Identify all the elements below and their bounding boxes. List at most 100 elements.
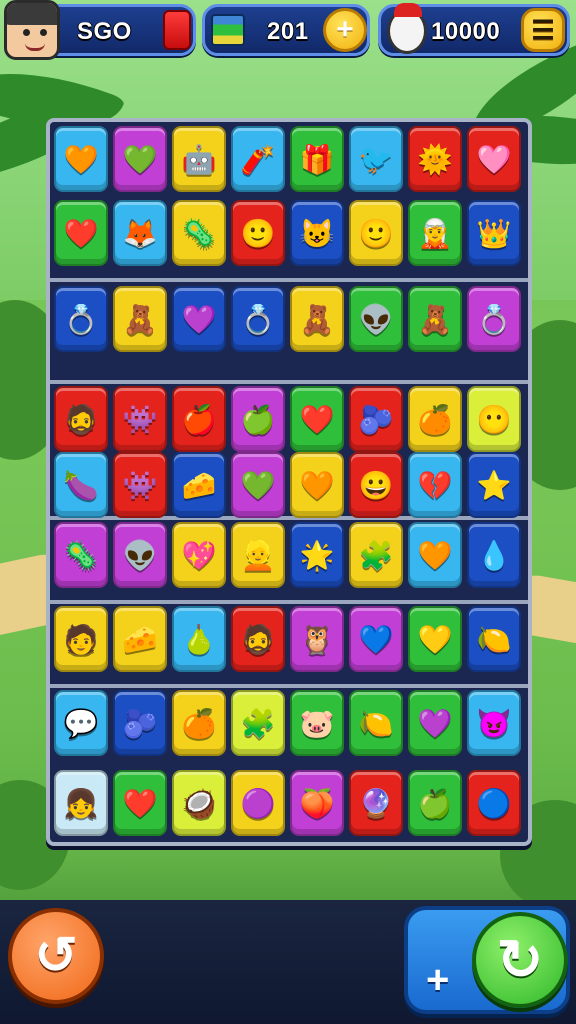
girl-tile[interactable]: 👧	[54, 770, 108, 836]
purple-heart-icon: 💜	[181, 303, 217, 335]
bubble-tile[interactable]: 💬	[54, 690, 108, 756]
gift-icon: 🎁	[299, 143, 335, 175]
puzzle-tile[interactable]: 🧩	[231, 690, 285, 756]
cheese-tile[interactable]: 🧀	[172, 452, 226, 518]
heart-tile[interactable]: ❤️	[54, 200, 108, 266]
blue-ball-tile[interactable]: 🔵	[467, 770, 521, 836]
purple-ring-tile[interactable]: 🟣	[231, 770, 285, 836]
cheese-tile[interactable]: 🧀	[113, 606, 167, 672]
ring-tile[interactable]: 💍	[54, 286, 108, 352]
firecracker-icon: 🧨	[240, 143, 276, 175]
clown-icon	[387, 3, 427, 54]
bear-tile[interactable]: 🧸	[408, 286, 462, 352]
orange-tile[interactable]: 🍊	[408, 386, 462, 452]
owl-icon: 🦉	[299, 623, 335, 655]
monster-icon: 👾	[122, 403, 158, 435]
berry-icon: 🫐	[122, 707, 158, 739]
heart-tile[interactable]: ❤️	[290, 386, 344, 452]
man-tile[interactable]: 🧔	[231, 606, 285, 672]
chef-tile[interactable]: 🧑	[54, 606, 108, 672]
purple-tile[interactable]: 💜	[408, 690, 462, 756]
face-tile[interactable]: 🙂	[349, 200, 403, 266]
boy-tile[interactable]: 👱	[231, 522, 285, 588]
elf-tile[interactable]: 🧝	[408, 200, 462, 266]
burst-tile[interactable]: 🌟	[290, 522, 344, 588]
man-icon: 🧔	[63, 403, 99, 435]
cheese-icon: 🧀	[181, 469, 217, 501]
green-apple-tile[interactable]: 🍏	[408, 770, 462, 836]
alien-icon: 👽	[122, 539, 158, 571]
purple-germ-tile[interactable]: 🦠	[54, 522, 108, 588]
purple-germ-tile[interactable]: 🦠	[172, 200, 226, 266]
puzzle-tile[interactable]: 🧩	[349, 522, 403, 588]
berry-tile[interactable]: 🫐	[113, 690, 167, 756]
pig-tile[interactable]: 🐷	[290, 690, 344, 756]
top-bar: SGO 201 + 10000 ☰	[0, 0, 576, 62]
pink-heart-tile[interactable]: 💖	[172, 522, 226, 588]
purple-heart-tile[interactable]: 💜	[172, 286, 226, 352]
red-card-icon	[163, 10, 191, 50]
sun-tile[interactable]: 🌞	[408, 126, 462, 192]
pink-ring-tile[interactable]: 🩷	[467, 126, 521, 192]
gift-tile[interactable]: 🎁	[290, 126, 344, 192]
burst-icon: 🌟	[299, 539, 335, 571]
cat-tile[interactable]: 😺	[290, 200, 344, 266]
ring-tile[interactable]: 💍	[231, 286, 285, 352]
game-board: 🧡 💚 🤖 🧨 🎁 🐦 🌞 🩷 ❤️ 🦊 🦠 🙂 😺 🙂 🧝 👑 💍 🧸 💜 💍 🧸 👽 🧸 💍 🧔 👾 🍎 🍏 ❤️ 🫐 🍊 😶 🍆 👾 🧀 💚 🧡 😀…	[46, 118, 532, 846]
blue-face-tile[interactable]: 😶	[467, 386, 521, 452]
ring-tile[interactable]: 💍	[467, 286, 521, 352]
player-avatar[interactable]	[4, 0, 60, 60]
undo-button[interactable]: ↺	[8, 908, 104, 1004]
king-tile[interactable]: 👑	[467, 200, 521, 266]
green-blob-tile[interactable]: 💚	[231, 452, 285, 518]
broken-heart-tile[interactable]: 💔	[408, 452, 462, 518]
heart-tile[interactable]: ❤️	[113, 770, 167, 836]
lemon-tile[interactable]: 🍋	[467, 606, 521, 672]
green-blob-icon: 💚	[240, 469, 276, 501]
orange-tile[interactable]: 🍊	[172, 690, 226, 756]
lemon-tile[interactable]: 🍋	[349, 690, 403, 756]
firecracker-tile[interactable]: 🧨	[231, 126, 285, 192]
bear-tile[interactable]: 🧸	[290, 286, 344, 352]
green-apple-icon: 🍏	[417, 787, 453, 819]
alien-tile[interactable]: 👽	[113, 522, 167, 588]
alien-tile[interactable]: 👽	[349, 286, 403, 352]
orange-heart-tile[interactable]: 🧡	[408, 522, 462, 588]
apple-tile[interactable]: 🍎	[172, 386, 226, 452]
robot-icon: 🤖	[181, 143, 217, 175]
green-blob-tile[interactable]: 💚	[113, 126, 167, 192]
orb-tile[interactable]: 🔮	[349, 770, 403, 836]
star-tile[interactable]: ⭐	[467, 452, 521, 518]
monster-tile[interactable]: 👾	[113, 452, 167, 518]
add-moves-button[interactable]: +	[323, 8, 367, 52]
pink-ring-icon: 🩷	[476, 143, 512, 175]
moves-panel: 201 +	[202, 4, 370, 56]
peach-tile[interactable]: 🍑	[290, 770, 344, 836]
purple-face-tile[interactable]: 😈	[467, 690, 521, 756]
green-apple-tile[interactable]: 🍏	[231, 386, 285, 452]
fox-tile[interactable]: 🦊	[113, 200, 167, 266]
owl-tile[interactable]: 🦉	[290, 606, 344, 672]
man-tile[interactable]: 🧔	[54, 386, 108, 452]
face-tile[interactable]: 🙂	[231, 200, 285, 266]
berry-tile[interactable]: 🫐	[349, 386, 403, 452]
alien-icon: 👽	[358, 303, 394, 335]
bird-tile[interactable]: 🐦	[349, 126, 403, 192]
pear-tile[interactable]: 🍐	[172, 606, 226, 672]
robot-tile[interactable]: 🤖	[172, 126, 226, 192]
bear-tile[interactable]: 🧸	[113, 286, 167, 352]
eggplant-tile[interactable]: 🍆	[54, 452, 108, 518]
plus-icon[interactable]: +	[426, 958, 449, 1003]
monster-icon: 👾	[122, 469, 158, 501]
drop-tile[interactable]: 💧	[467, 522, 521, 588]
yellow-leaf-tile[interactable]: 💛	[408, 606, 462, 672]
blue-heart-tile[interactable]: 💙	[349, 606, 403, 672]
orange-blob-tile[interactable]: 🧡	[54, 126, 108, 192]
orange-blob-icon: 🧡	[63, 143, 99, 175]
menu-button[interactable]: ☰	[521, 8, 565, 52]
monster-tile[interactable]: 👾	[113, 386, 167, 452]
smile-tile[interactable]: 😀	[349, 452, 403, 518]
orange-heart-tile[interactable]: 🧡	[290, 452, 344, 518]
nut-tile[interactable]: 🥥	[172, 770, 226, 836]
shuffle-button[interactable]: ↻	[472, 912, 568, 1008]
